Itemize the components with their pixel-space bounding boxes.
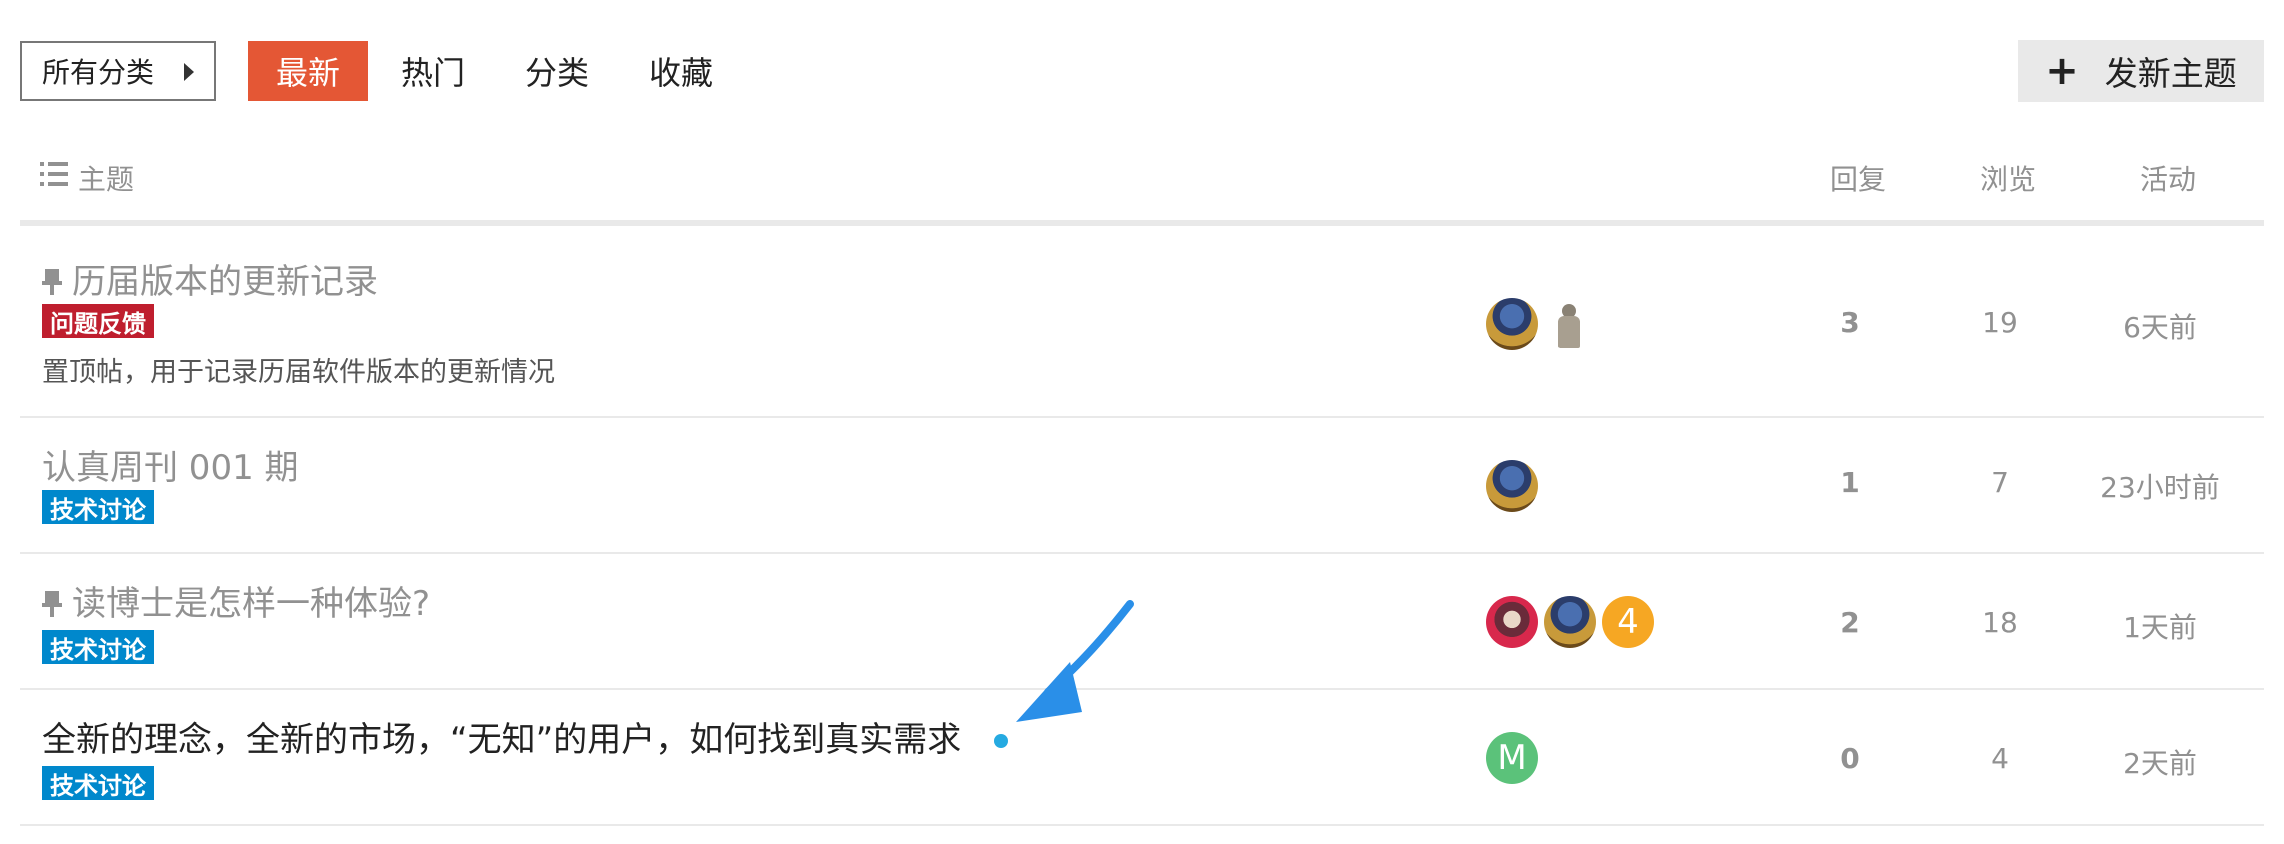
knight-avatar[interactable]	[1486, 460, 1538, 512]
topic-list-header: 主题 回复 浏览 活动	[20, 150, 2264, 226]
tab-top-label: 热门	[400, 54, 465, 92]
view-count: 19	[1982, 306, 2018, 339]
category-badge[interactable]: 技术讨论	[42, 490, 154, 524]
unread-indicator-dot	[994, 734, 1008, 748]
reply-count: 2	[1840, 606, 1860, 639]
pin-icon	[42, 591, 62, 617]
topic-list-page: 所有分类 最新 热门 分类 收藏 + 发新主题 主题 回复 浏览 活动 历届版本…	[0, 0, 2284, 844]
caret-right-icon	[184, 63, 194, 81]
reply-count: 3	[1840, 306, 1860, 339]
tab-categories-label: 分类	[524, 54, 589, 92]
category-badge[interactable]: 问题反馈	[42, 304, 154, 338]
statue-avatar[interactable]	[1544, 298, 1596, 350]
red-avatar[interactable]	[1486, 596, 1538, 648]
activity-time[interactable]: 1天前	[2100, 606, 2220, 646]
category-badge[interactable]: 技术讨论	[42, 766, 154, 800]
topic-excerpt: 置顶帖，用于记录历届软件版本的更新情况	[42, 357, 555, 388]
header-activity[interactable]: 活动	[2140, 158, 2196, 198]
category-badge[interactable]: 技术讨论	[42, 630, 154, 664]
tab-bookmarks-label: 收藏	[648, 54, 713, 92]
annotation-arrow-icon	[1016, 600, 1134, 722]
topic-title-link[interactable]: 读博士是怎样一种体验?	[42, 576, 430, 625]
topic-title-text: 读博士是怎样一种体验?	[72, 584, 431, 624]
list-icon	[40, 162, 68, 186]
letter-avatar[interactable]: M	[1486, 732, 1538, 784]
topic-title-text: 全新的理念，全新的市场，“无知”的用户，如何找到真实需求	[42, 720, 962, 760]
topic-title-text: 历届版本的更新记录	[72, 262, 378, 302]
activity-time[interactable]: 23小时前	[2100, 466, 2220, 506]
navigation-bar: 所有分类 最新 热门 分类 收藏 + 发新主题	[20, 40, 2264, 104]
topic-title-link[interactable]: 历届版本的更新记录	[42, 254, 378, 303]
reply-count: 0	[1840, 742, 1860, 775]
view-count: 18	[1982, 606, 2018, 639]
activity-time[interactable]: 6天前	[2100, 306, 2220, 346]
pin-icon	[42, 269, 62, 295]
category-dropdown[interactable]: 所有分类	[20, 41, 216, 101]
header-replies[interactable]: 回复	[1830, 158, 1886, 198]
tab-latest[interactable]: 最新	[248, 41, 368, 101]
header-topic[interactable]: 主题	[78, 158, 134, 198]
new-topic-button[interactable]: + 发新主题	[2018, 40, 2264, 102]
topic-title-link[interactable]: 认真周刊 001 期	[42, 440, 299, 489]
topic-title-link[interactable]: 全新的理念，全新的市场，“无知”的用户，如何找到真实需求	[42, 712, 961, 761]
tab-top[interactable]: 热门	[388, 41, 478, 101]
letter-avatar[interactable]: 4	[1602, 596, 1654, 648]
topic-row: 认真周刊 001 期 技术讨论 1 7 23小时前	[20, 418, 2264, 554]
activity-time[interactable]: 2天前	[2100, 742, 2220, 782]
tab-categories[interactable]: 分类	[512, 41, 602, 101]
category-dropdown-label: 所有分类	[42, 56, 155, 89]
knight-avatar[interactable]	[1486, 298, 1538, 350]
tab-latest-label: 最新	[275, 54, 340, 92]
knight-avatar[interactable]	[1544, 596, 1596, 648]
view-count: 7	[1991, 466, 2009, 499]
reply-count: 1	[1840, 466, 1860, 499]
header-views[interactable]: 浏览	[1980, 158, 2036, 198]
topic-row: 历届版本的更新记录 问题反馈 置顶帖，用于记录历届软件版本的更新情况 3 19 …	[20, 232, 2264, 418]
new-topic-label: 发新主题	[2104, 54, 2237, 93]
plus-icon: +	[2045, 48, 2079, 94]
topic-title-text: 认真周刊 001 期	[42, 448, 299, 488]
tab-bookmarks[interactable]: 收藏	[636, 41, 726, 101]
view-count: 4	[1991, 742, 2009, 775]
